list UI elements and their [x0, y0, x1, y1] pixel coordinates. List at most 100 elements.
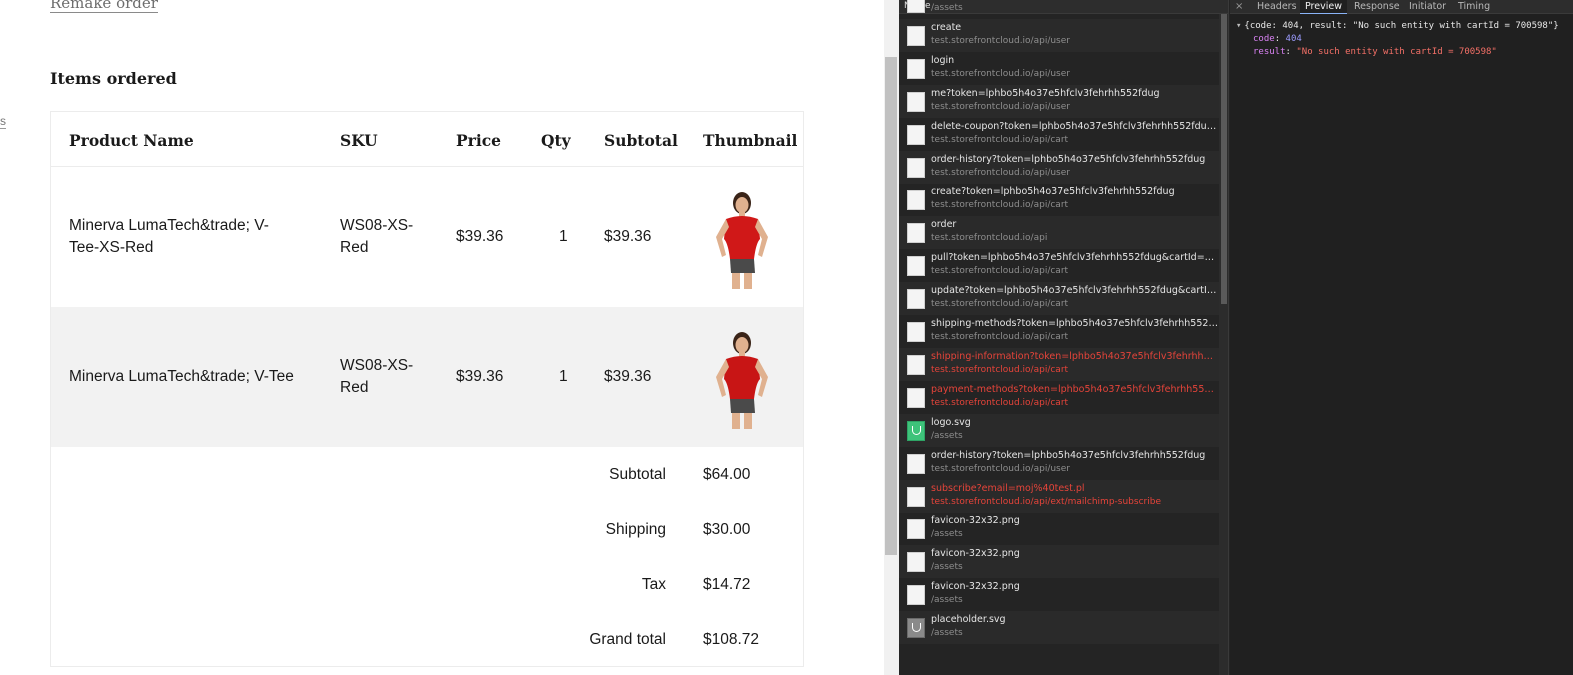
request-name: update?token=lphbo5h4o37e5hfclv3fehrhh55…	[931, 285, 1219, 297]
request-row[interactable]: favicon-32x32.png/assets	[899, 512, 1219, 545]
page-scrollbar-thumb[interactable]	[885, 57, 897, 555]
svg-placeholder-icon	[907, 618, 925, 639]
request-name: login	[931, 54, 955, 66]
tab-timing[interactable]: Timing	[1453, 0, 1495, 14]
totals-value-tax: $14.72	[703, 576, 751, 593]
request-row[interactable]: login test.storefrontcloud.io/api/user	[899, 52, 1219, 85]
totals-label-subtotal: Subtotal	[609, 466, 666, 483]
request-path: /assets	[931, 430, 963, 441]
product-qty: 1	[559, 368, 568, 385]
request-name: placeholder.svg	[931, 614, 1006, 626]
remake-order-link[interactable]: Remake order	[50, 0, 158, 13]
order-totals: Subtotal $64.00 Shipping $30.00 Tax $14.…	[51, 447, 803, 666]
request-row[interactable]: placeholder.svg/assets	[899, 611, 1219, 645]
request-row[interactable]: shipping-information?token=lphbo5h4o37e5…	[899, 347, 1219, 381]
request-path: test.storefrontcloud.io/api/user	[931, 167, 1070, 178]
request-row[interactable]: pull?token=lphbo5h4o37e5hfclv3fehrhh552f…	[899, 249, 1219, 282]
request-name: delete-coupon?token=lphbo5h4o37e5hfclv3f…	[931, 120, 1219, 132]
request-path: test.storefrontcloud.io/api/user	[931, 68, 1070, 79]
request-name: subscribe?email=moj%40test.pl	[931, 482, 1085, 494]
totals-value-shipping: $30.00	[703, 521, 751, 538]
product-sku: WS08-XS-Red	[340, 357, 414, 396]
tab-response[interactable]: Response	[1349, 0, 1405, 14]
request-row[interactable]: me?token=lphbo5h4o37e5hfclv3fehrhh552fdu…	[899, 84, 1219, 118]
request-row[interactable]: create?token=lphbo5h4o37e5hfclv3fehrhh55…	[899, 183, 1219, 216]
doc-icon	[907, 585, 925, 606]
tab-initiator[interactable]: Initiator	[1404, 0, 1451, 14]
doc-icon	[907, 190, 925, 211]
doc-icon	[907, 25, 925, 46]
cropped-link[interactable]: s	[0, 114, 6, 129]
json-summary: {code: 404, result: "No such entity with…	[1244, 21, 1559, 31]
request-path: test.storefrontcloud.io/api	[931, 233, 1048, 244]
request-row[interactable]: subscribe?email=moj%40test.pl test.storef…	[899, 479, 1219, 513]
product-thumbnail-image[interactable]	[704, 187, 780, 289]
product-price: $39.36	[456, 228, 504, 245]
column-header-sku: SKU	[340, 131, 378, 150]
request-name: logo.svg	[931, 416, 971, 428]
request-name: favicon-32x32.png	[931, 548, 1020, 560]
request-row[interactable]: create test.storefrontcloud.io/api/user	[899, 18, 1219, 52]
json-root-row[interactable]: ▾ {code: 404, result: "No such entity wit…	[1236, 20, 1559, 33]
tab-headers[interactable]: Headers	[1252, 0, 1302, 14]
doc-icon	[907, 354, 925, 375]
request-row[interactable]: order-history?token=lphbo5h4o37e5hfclv3f…	[899, 447, 1219, 480]
doc-icon	[907, 157, 925, 178]
doc-icon	[907, 58, 925, 79]
doc-icon	[907, 552, 925, 573]
network-request-list: Name favicon-32x32.png/assetscreatetest.…	[899, 0, 1229, 675]
request-path: test.storefrontcloud.io/api/cart	[931, 200, 1069, 211]
table-row: Minerva LumaTech&trade; V-Tee WS08-XS-Re…	[51, 307, 803, 447]
items-ordered-table: Product Name SKU Price Qty Subtotal Thum…	[50, 111, 804, 667]
request-path: test.storefrontcloud.io/api/cart	[931, 364, 1069, 375]
json-value-result: "No such entity with cartId = 700598"	[1296, 47, 1497, 57]
doc-icon	[907, 289, 925, 310]
product-thumbnail-image[interactable]	[704, 327, 780, 429]
request-row[interactable]: favicon-32x32.png/assets	[899, 578, 1219, 611]
product-subtotal: $39.36	[604, 368, 652, 385]
close-icon[interactable]: ×	[1235, 0, 1243, 13]
request-row[interactable]: shipping-methods?token=lphbo5h4o37e5hfcl…	[899, 315, 1219, 348]
request-detail-panel: × Headers Preview Response Initiator Tim…	[1230, 0, 1573, 675]
doc-icon	[907, 486, 925, 507]
request-row[interactable]: delete-coupon?token=lphbo5h4o37e5hfclv3f…	[899, 118, 1219, 151]
request-row[interactable]: order-history?token=lphbo5h4o37e5hfclv3f…	[899, 150, 1219, 184]
expand-arrow-icon[interactable]: ▾	[1236, 21, 1241, 31]
totals-value-subtotal: $64.00	[703, 466, 751, 483]
totals-value-grand-total: $108.72	[703, 631, 760, 648]
request-name: order	[931, 219, 957, 231]
doc-icon	[907, 519, 925, 540]
request-path: test.storefrontcloud.io/api/user	[931, 35, 1070, 46]
table-header: Product Name SKU Price Qty Subtotal Thum…	[51, 112, 803, 167]
devtools-panel: Name favicon-32x32.png/assetscreatetest.…	[899, 0, 1573, 675]
column-header-qty: Qty	[541, 131, 571, 150]
tab-preview[interactable]: Preview	[1300, 0, 1347, 14]
request-name: shipping-information?token=lphbo5h4o37e5…	[931, 350, 1219, 362]
request-name: shipping-methods?token=lphbo5h4o37e5hfcl…	[931, 318, 1219, 329]
request-path: test.storefrontcloud.io/api/user	[931, 463, 1070, 474]
request-row[interactable]: favicon-32x32.png/assets	[899, 0, 1219, 19]
product-subtotal: $39.36	[604, 228, 652, 245]
order-page: Remake order s Items ordered Product Nam…	[0, 0, 884, 675]
totals-label-grand-total: Grand total	[589, 631, 666, 648]
request-path: test.storefrontcloud.io/api/cart	[931, 134, 1069, 145]
doc-icon	[907, 91, 925, 112]
page-scrollbar[interactable]	[884, 0, 899, 675]
request-row[interactable]: logo.svg/assets	[899, 413, 1219, 447]
items-ordered-heading: Items ordered	[50, 69, 177, 88]
request-row[interactable]: payment-methods?token=lphbo5h4o37e5hfclv…	[899, 381, 1219, 414]
doc-icon	[907, 124, 925, 145]
request-list-scrollbar-thumb[interactable]	[1221, 14, 1227, 304]
json-code-row: code: 404	[1253, 34, 1302, 44]
doc-icon	[907, 223, 925, 244]
request-path: test.storefrontcloud.io/api/ext/mailchim…	[931, 496, 1161, 507]
product-name: Minerva LumaTech&trade; V-Tee-XS-Red	[69, 217, 269, 256]
request-path: /assets	[931, 562, 963, 573]
request-row[interactable]: update?token=lphbo5h4o37e5hfclv3fehrhh55…	[899, 282, 1219, 316]
request-list-scrollbar[interactable]	[1219, 14, 1228, 675]
request-row[interactable]: order test.storefrontcloud.io/api	[899, 216, 1219, 250]
column-header-thumbnail: Thumbnail	[703, 131, 798, 150]
json-key-code: code	[1253, 34, 1275, 44]
request-row[interactable]: favicon-32x32.png/assets	[899, 545, 1219, 579]
request-name: order-history?token=lphbo5h4o37e5hfclv3f…	[931, 153, 1206, 165]
